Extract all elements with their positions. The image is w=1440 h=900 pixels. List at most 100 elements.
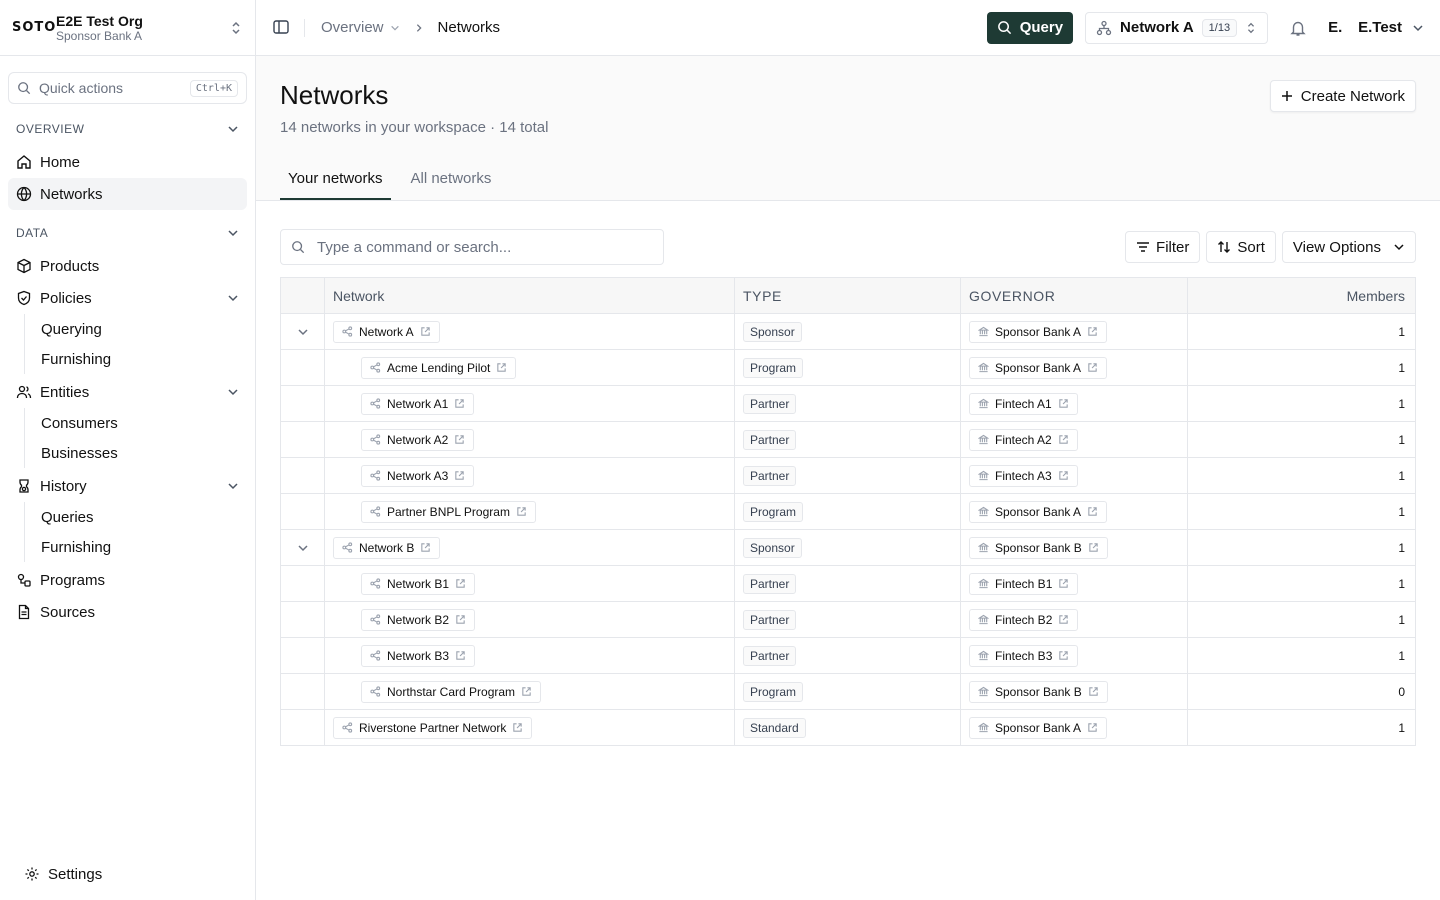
- external-link-icon[interactable]: [1058, 578, 1069, 589]
- filter-button[interactable]: Filter: [1125, 231, 1201, 263]
- external-link-icon[interactable]: [512, 722, 523, 733]
- bell-icon[interactable]: [1280, 19, 1316, 37]
- network-link[interactable]: Network B3: [361, 644, 476, 667]
- chevron-down-icon[interactable]: [281, 542, 324, 554]
- sidebar-item-networks[interactable]: Networks: [8, 178, 247, 210]
- sort-button[interactable]: Sort: [1206, 231, 1276, 263]
- chevron-down-icon[interactable]: [281, 326, 324, 338]
- network-link[interactable]: Partner BNPL Program: [361, 500, 536, 523]
- table-row[interactable]: Network A2 Partner Fintech A2 1: [280, 421, 1416, 458]
- governor-link[interactable]: Fintech A1: [969, 392, 1078, 415]
- expand-cell[interactable]: [280, 529, 325, 566]
- governor-link[interactable]: Fintech B1: [969, 572, 1079, 595]
- section-data[interactable]: DATA: [0, 216, 255, 250]
- network-link[interactable]: Network A3: [361, 464, 475, 487]
- sidebar-item-settings[interactable]: Settings: [16, 858, 239, 890]
- external-link-icon[interactable]: [420, 542, 431, 553]
- sidebar-item-queries[interactable]: Queries: [25, 502, 255, 532]
- external-link-icon[interactable]: [516, 506, 527, 517]
- quick-actions-button[interactable]: Quick actions Ctrl+K: [8, 72, 247, 104]
- table-row[interactable]: Network B1 Partner Fintech B1 1: [280, 565, 1416, 602]
- table-row[interactable]: Acme Lending Pilot Program Sponsor Bank A 1: [280, 349, 1416, 386]
- view-options-button[interactable]: View Options: [1281, 231, 1416, 263]
- external-link-icon[interactable]: [496, 362, 507, 373]
- external-link-icon[interactable]: [1058, 398, 1069, 409]
- tab-your-networks[interactable]: Your networks: [280, 160, 391, 200]
- breadcrumb-overview[interactable]: Overview: [321, 19, 384, 36]
- external-link-icon[interactable]: [454, 398, 465, 409]
- external-link-icon[interactable]: [1058, 650, 1069, 661]
- user-menu[interactable]: E. E.Test: [1328, 19, 1424, 36]
- network-link[interactable]: Network B2: [361, 608, 476, 631]
- external-link-icon[interactable]: [455, 650, 466, 661]
- column-header-members[interactable]: Members: [1187, 277, 1416, 314]
- external-link-icon[interactable]: [1087, 506, 1098, 517]
- governor-link[interactable]: Sponsor Bank B: [969, 536, 1108, 559]
- external-link-icon[interactable]: [1088, 686, 1099, 697]
- expand-cell[interactable]: [280, 313, 325, 350]
- external-link-icon[interactable]: [1058, 614, 1069, 625]
- create-network-button[interactable]: Create Network: [1269, 80, 1416, 112]
- external-link-icon[interactable]: [1087, 326, 1098, 337]
- tab-all-networks[interactable]: All networks: [403, 160, 500, 200]
- sidebar-item-home[interactable]: Home: [8, 146, 247, 178]
- external-link-icon[interactable]: [454, 434, 465, 445]
- governor-link[interactable]: Fintech A2: [969, 428, 1078, 451]
- org-switcher[interactable]: SOTO E2E Test Org Sponsor Bank A: [0, 0, 255, 56]
- external-link-icon[interactable]: [455, 614, 466, 625]
- sidebar-item-furnishing[interactable]: Furnishing: [25, 344, 255, 374]
- search-input[interactable]: Type a command or search...: [280, 229, 664, 265]
- governor-link[interactable]: Sponsor Bank A: [969, 356, 1108, 379]
- sidebar-item-entities[interactable]: Entities: [8, 376, 247, 408]
- governor-link[interactable]: Sponsor Bank B: [969, 680, 1108, 703]
- table-row[interactable]: Network A3 Partner Fintech A3 1: [280, 457, 1416, 494]
- governor-link[interactable]: Sponsor Bank A: [969, 500, 1108, 523]
- column-header-type[interactable]: TYPE: [734, 277, 961, 314]
- external-link-icon[interactable]: [1058, 470, 1069, 481]
- sidebar-item-querying[interactable]: Querying: [25, 314, 255, 344]
- governor-link[interactable]: Sponsor Bank A: [969, 320, 1108, 343]
- governor-link[interactable]: Fintech B3: [969, 644, 1079, 667]
- external-link-icon[interactable]: [1058, 434, 1069, 445]
- network-link[interactable]: Acme Lending Pilot: [361, 356, 517, 379]
- sidebar-item-sources[interactable]: Sources: [8, 596, 247, 628]
- table-row[interactable]: Network A Sponsor Sponsor Bank A 1: [280, 313, 1416, 350]
- network-link[interactable]: Northstar Card Program: [361, 680, 542, 703]
- network-switcher[interactable]: Network A 1/13: [1085, 11, 1269, 44]
- external-link-icon[interactable]: [1087, 362, 1098, 373]
- sidebar-item-history-furnishing[interactable]: Furnishing: [25, 532, 255, 562]
- network-link[interactable]: Network A2: [361, 428, 475, 451]
- external-link-icon[interactable]: [454, 470, 465, 481]
- table-row[interactable]: Network A1 Partner Fintech A1 1: [280, 385, 1416, 422]
- column-header-network[interactable]: Network: [324, 277, 735, 314]
- sidebar-item-consumers[interactable]: Consumers: [25, 408, 255, 438]
- external-link-icon[interactable]: [420, 326, 431, 337]
- sidebar-item-policies[interactable]: Policies: [8, 282, 247, 314]
- section-overview[interactable]: OVERVIEW: [0, 112, 255, 146]
- table-row[interactable]: Network B3 Partner Fintech B3 1: [280, 637, 1416, 674]
- network-link[interactable]: Network A1: [361, 392, 475, 415]
- sidebar-item-history[interactable]: History: [8, 470, 247, 502]
- network-link[interactable]: Network B1: [361, 572, 476, 595]
- sidebar-item-products[interactable]: Products: [8, 250, 247, 282]
- table-row[interactable]: Partner BNPL Program Program Sponsor Bank …: [280, 493, 1416, 530]
- network-link[interactable]: Network B: [333, 536, 441, 559]
- panel-icon[interactable]: [272, 18, 292, 38]
- governor-link[interactable]: Fintech A3: [969, 464, 1078, 487]
- external-link-icon[interactable]: [1088, 542, 1099, 553]
- governor-link[interactable]: Sponsor Bank A: [969, 716, 1108, 739]
- table-row[interactable]: Network B Sponsor Sponsor Bank B 1: [280, 529, 1416, 566]
- table-row[interactable]: Network B2 Partner Fintech B2 1: [280, 601, 1416, 638]
- external-link-icon[interactable]: [1087, 722, 1098, 733]
- sidebar-item-programs[interactable]: Programs: [8, 564, 247, 596]
- sidebar-item-businesses[interactable]: Businesses: [25, 438, 255, 468]
- network-link[interactable]: Network A: [333, 320, 440, 343]
- external-link-icon[interactable]: [521, 686, 532, 697]
- external-link-icon[interactable]: [455, 578, 466, 589]
- column-header-governor[interactable]: GOVERNOR: [960, 277, 1188, 314]
- query-button[interactable]: Query: [986, 11, 1074, 44]
- table-row[interactable]: Riverstone Partner Network Standard Sponso…: [280, 709, 1416, 746]
- network-link[interactable]: Riverstone Partner Network: [333, 716, 533, 739]
- governor-link[interactable]: Fintech B2: [969, 608, 1079, 631]
- table-row[interactable]: Northstar Card Program Program Sponsor Ban…: [280, 673, 1416, 710]
